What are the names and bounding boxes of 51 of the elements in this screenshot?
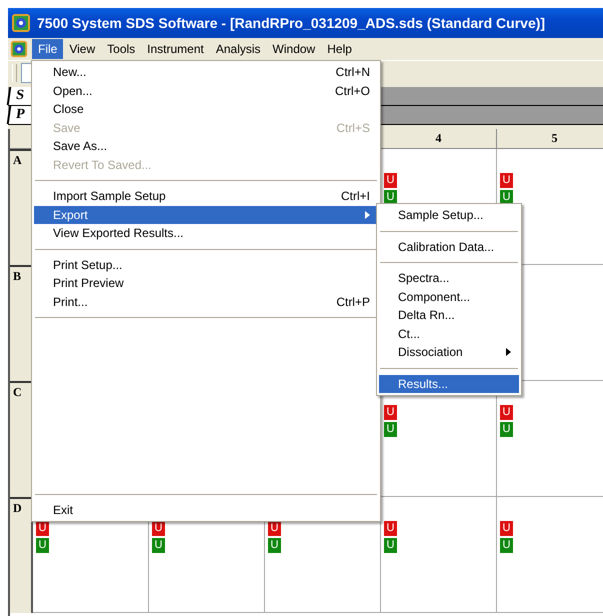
menu-item[interactable]: Component... xyxy=(379,288,519,306)
well-tag: U xyxy=(152,538,165,553)
well-tag: U xyxy=(384,521,397,536)
menu-item[interactable]: Print Preview xyxy=(34,274,378,292)
well-tag: U xyxy=(500,422,513,437)
well-tag: U xyxy=(268,538,281,553)
well-tag: U xyxy=(36,538,49,553)
menu-bar-item[interactable]: Analysis xyxy=(210,39,267,59)
menu-item[interactable]: Export xyxy=(34,206,378,224)
menu-item[interactable]: Save As... xyxy=(34,137,378,156)
menu-item[interactable]: Print... Ctrl+P xyxy=(34,292,378,311)
menu-bar-item[interactable]: View xyxy=(63,39,102,59)
well-tag: U xyxy=(268,521,281,536)
well-tag: U xyxy=(152,521,165,536)
menu-item[interactable]: Spectra... xyxy=(379,269,519,288)
menu-item[interactable]: Calibration Data... xyxy=(379,238,519,256)
menu-item[interactable]: Print Setup... xyxy=(34,256,378,274)
menu-bar-item[interactable]: File xyxy=(32,39,64,59)
well-tag: U xyxy=(500,521,513,536)
well-tag: U xyxy=(500,538,513,553)
submenu-arrow-icon xyxy=(506,348,511,356)
menu-bar-item[interactable]: Tools xyxy=(101,39,142,59)
well-tag: U xyxy=(36,521,49,536)
menu-item[interactable]: View Exported Results... xyxy=(34,224,378,242)
row-header: A xyxy=(10,149,33,265)
menu-item[interactable]: Exit xyxy=(34,500,378,519)
column-header: 4 xyxy=(381,129,497,149)
document-icon[interactable] xyxy=(10,40,28,58)
well-tag: U xyxy=(384,422,397,437)
menu-item[interactable]: Delta Rn... xyxy=(379,306,519,324)
row-header: C xyxy=(10,381,33,497)
row-header: D xyxy=(10,497,33,613)
well-tag: U xyxy=(384,538,397,553)
well-tag: U xyxy=(384,405,397,420)
well-tag: U xyxy=(500,405,513,420)
menu-item[interactable]: New... Ctrl+N xyxy=(34,63,378,82)
menu-item[interactable]: Import Sample Setup Ctrl+I xyxy=(34,187,378,206)
submenu-arrow-icon xyxy=(365,210,370,219)
menu-bar-item[interactable]: Window xyxy=(266,39,322,59)
menu-item[interactable]: Dissociation xyxy=(379,343,519,362)
title-text: 7500 System SDS Software - [RandRPro_031209_ADS.sds (Standard Curve)] xyxy=(37,15,546,31)
well-tag: U xyxy=(384,173,397,188)
well-tag: U xyxy=(500,173,513,188)
menu-item[interactable]: Ct... xyxy=(379,324,519,343)
menu-item[interactable]: Results... xyxy=(379,374,519,393)
app-icon xyxy=(11,13,31,33)
menu-bar-item[interactable]: Help xyxy=(321,39,358,59)
column-header: 5 xyxy=(497,129,603,149)
menu-item[interactable]: Sample Setup... xyxy=(379,206,519,224)
row-header: B xyxy=(10,265,33,381)
menu-bar-item[interactable]: Instrument xyxy=(141,39,210,59)
